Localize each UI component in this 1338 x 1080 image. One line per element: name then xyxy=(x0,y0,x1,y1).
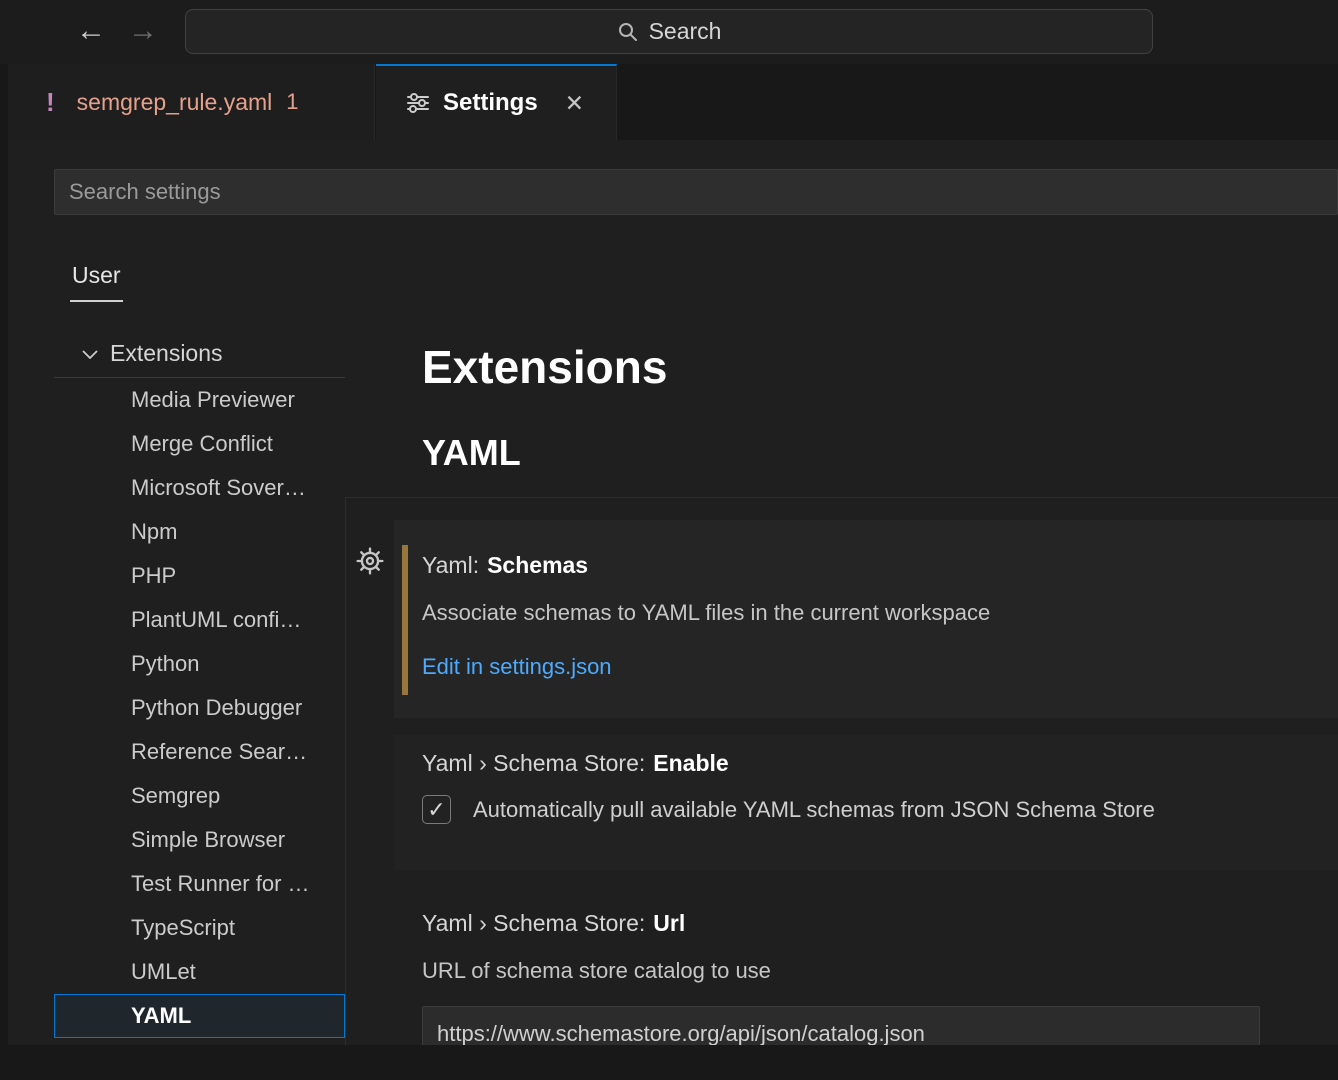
setting-schema-store-url: Yaml › Schema Store: Url URL of schema s… xyxy=(394,898,1338,1045)
tree-item-test-runner-for[interactable]: Test Runner for … xyxy=(54,862,345,906)
search-icon xyxy=(617,21,639,43)
titlebar: ← → Search xyxy=(0,0,1338,64)
setting-yaml-schemas: Yaml: Schemas Associate schemas to YAML … xyxy=(394,520,1338,718)
tab-settings[interactable]: Settings ✕ xyxy=(376,64,617,140)
vscode-window: ← → Search ! semgrep_rule.yaml 1 xyxy=(0,0,1338,1080)
tab-semgrep-rule-yaml[interactable]: ! semgrep_rule.yaml 1 xyxy=(8,64,375,140)
forward-arrow-icon[interactable]: → xyxy=(128,13,158,49)
setting-title-prefix: Yaml › Schema Store: xyxy=(422,910,645,937)
scope-tab-user[interactable]: User xyxy=(70,250,123,302)
setting-schema-store-enable: Yaml › Schema Store: Enable ✓ Automatica… xyxy=(394,735,1338,870)
tree-item-npm[interactable]: Npm xyxy=(54,510,345,554)
tree-item-plantuml-confi[interactable]: PlantUML confi… xyxy=(54,598,345,642)
setting-description: Associate schemas to YAML files in the c… xyxy=(422,600,990,626)
tree-item-umlet[interactable]: UMLet xyxy=(54,950,345,994)
schema-store-enable-checkbox[interactable]: ✓ xyxy=(422,795,451,824)
tree-item-media-previewer[interactable]: Media Previewer xyxy=(54,378,345,422)
back-arrow-icon[interactable]: ← xyxy=(76,13,106,49)
modified-setting-indicator xyxy=(402,545,408,695)
setting-title-key: Url xyxy=(653,910,685,937)
tree-item-typescript[interactable]: TypeScript xyxy=(54,906,345,950)
setting-title-prefix: Yaml: xyxy=(422,552,479,579)
tab-bar: ! semgrep_rule.yaml 1 Settings ✕ xyxy=(0,64,1338,140)
settings-sliders-icon xyxy=(406,91,430,115)
bottom-panel-strip xyxy=(0,1045,1338,1080)
tree-item-merge-conflict[interactable]: Merge Conflict xyxy=(54,422,345,466)
setting-title: Yaml: Schemas xyxy=(422,552,588,579)
setting-title: Yaml › Schema Store: Url xyxy=(422,910,685,937)
tree-root-label: Extensions xyxy=(110,340,223,367)
tree-item-python-debugger[interactable]: Python Debugger xyxy=(54,686,345,730)
tree-root-extensions[interactable]: Extensions xyxy=(54,330,345,378)
window-left-edge xyxy=(0,140,8,1045)
heading-divider xyxy=(345,497,1338,498)
tree-item-simple-browser[interactable]: Simple Browser xyxy=(54,818,345,862)
tree-item-microsoft-sover[interactable]: Microsoft Sover… xyxy=(54,466,345,510)
setting-title: Yaml › Schema Store: Enable xyxy=(422,750,729,777)
chevron-down-icon xyxy=(82,349,98,359)
tree-item-semgrep[interactable]: Semgrep xyxy=(54,774,345,818)
settings-tab-label: Settings xyxy=(443,89,538,117)
error-indicator-icon: ! xyxy=(46,87,55,118)
command-center-search-label: Search xyxy=(649,18,722,45)
file-tab-label: semgrep_rule.yaml xyxy=(77,89,273,116)
file-tab-badge: 1 xyxy=(286,89,298,115)
panel-divider xyxy=(345,497,346,1045)
setting-title-key: Schemas xyxy=(487,552,588,579)
scope-tab-user-label: User xyxy=(72,262,121,289)
tree-item-reference-sear[interactable]: Reference Sear… xyxy=(54,730,345,774)
tree-item-php[interactable]: PHP xyxy=(54,554,345,598)
setting-description: URL of schema store catalog to use xyxy=(422,958,771,984)
edit-in-settings-json-link[interactable]: Edit in settings.json xyxy=(422,654,612,680)
content-subheading: YAML xyxy=(422,432,521,474)
checkbox-label: Automatically pull available YAML schema… xyxy=(473,797,1155,823)
settings-search-input[interactable] xyxy=(54,169,1338,215)
close-icon[interactable]: ✕ xyxy=(565,90,584,117)
tree-item-yaml[interactable]: YAML xyxy=(54,994,345,1038)
tree-item-python[interactable]: Python xyxy=(54,642,345,686)
setting-title-prefix: Yaml › Schema Store: xyxy=(422,750,645,777)
extensions-tree-items: Media PreviewerMerge ConflictMicrosoft S… xyxy=(54,378,345,1038)
command-center-search[interactable]: Search xyxy=(185,9,1153,54)
content-heading: Extensions xyxy=(422,340,667,394)
gear-icon[interactable] xyxy=(356,547,384,575)
setting-title-key: Enable xyxy=(653,750,728,777)
checkmark-icon: ✓ xyxy=(427,799,445,821)
checkbox-row: ✓ Automatically pull available YAML sche… xyxy=(422,795,1155,824)
